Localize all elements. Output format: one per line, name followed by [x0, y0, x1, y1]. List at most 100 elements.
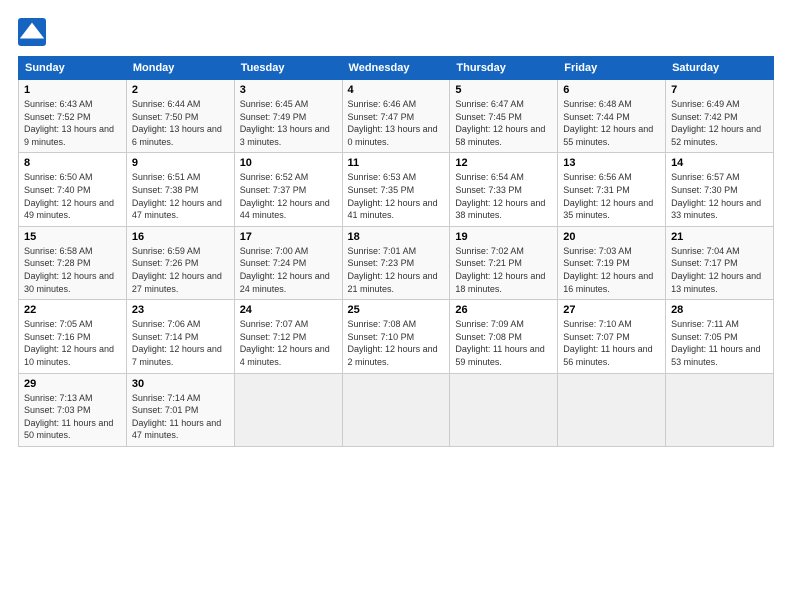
day-info: Sunrise: 7:02 AM Sunset: 7:21 PM Dayligh…: [455, 245, 552, 295]
calendar-week-row: 8 Sunrise: 6:50 AM Sunset: 7:40 PM Dayli…: [19, 153, 774, 226]
day-info: Sunrise: 6:53 AM Sunset: 7:35 PM Dayligh…: [348, 171, 445, 221]
day-number: 15: [24, 231, 121, 243]
calendar-day-cell: 24 Sunrise: 7:07 AM Sunset: 7:12 PM Dayl…: [234, 300, 342, 373]
day-number: 25: [348, 304, 445, 316]
day-number: 18: [348, 231, 445, 243]
calendar-day-cell: 5 Sunrise: 6:47 AM Sunset: 7:45 PM Dayli…: [450, 80, 558, 153]
day-info: Sunrise: 6:43 AM Sunset: 7:52 PM Dayligh…: [24, 98, 121, 148]
day-number: 4: [348, 84, 445, 96]
day-info: Sunrise: 7:04 AM Sunset: 7:17 PM Dayligh…: [671, 245, 768, 295]
day-number: 26: [455, 304, 552, 316]
calendar-day-cell: 10 Sunrise: 6:52 AM Sunset: 7:37 PM Dayl…: [234, 153, 342, 226]
calendar-day-cell: 30 Sunrise: 7:14 AM Sunset: 7:01 PM Dayl…: [126, 373, 234, 446]
calendar-day-cell: 11 Sunrise: 6:53 AM Sunset: 7:35 PM Dayl…: [342, 153, 450, 226]
day-number: 20: [563, 231, 660, 243]
calendar-day-cell: 4 Sunrise: 6:46 AM Sunset: 7:47 PM Dayli…: [342, 80, 450, 153]
day-number: 14: [671, 157, 768, 169]
day-number: 3: [240, 84, 337, 96]
day-info: Sunrise: 7:10 AM Sunset: 7:07 PM Dayligh…: [563, 318, 660, 368]
calendar-day-cell: 21 Sunrise: 7:04 AM Sunset: 7:17 PM Dayl…: [666, 226, 774, 299]
header: [18, 18, 774, 46]
calendar-table: SundayMondayTuesdayWednesdayThursdayFrid…: [18, 56, 774, 447]
day-number: 22: [24, 304, 121, 316]
calendar-day-cell: 27 Sunrise: 7:10 AM Sunset: 7:07 PM Dayl…: [558, 300, 666, 373]
calendar-day-cell: 2 Sunrise: 6:44 AM Sunset: 7:50 PM Dayli…: [126, 80, 234, 153]
day-info: Sunrise: 6:54 AM Sunset: 7:33 PM Dayligh…: [455, 171, 552, 221]
day-number: 29: [24, 378, 121, 390]
calendar-col-header: Thursday: [450, 57, 558, 80]
calendar-day-cell: 12 Sunrise: 6:54 AM Sunset: 7:33 PM Dayl…: [450, 153, 558, 226]
day-info: Sunrise: 6:48 AM Sunset: 7:44 PM Dayligh…: [563, 98, 660, 148]
calendar-week-row: 22 Sunrise: 7:05 AM Sunset: 7:16 PM Dayl…: [19, 300, 774, 373]
day-number: 19: [455, 231, 552, 243]
calendar-day-cell: [234, 373, 342, 446]
calendar-day-cell: 14 Sunrise: 6:57 AM Sunset: 7:30 PM Dayl…: [666, 153, 774, 226]
page: SundayMondayTuesdayWednesdayThursdayFrid…: [0, 0, 792, 612]
day-info: Sunrise: 7:07 AM Sunset: 7:12 PM Dayligh…: [240, 318, 337, 368]
calendar-col-header: Wednesday: [342, 57, 450, 80]
day-number: 7: [671, 84, 768, 96]
day-info: Sunrise: 6:45 AM Sunset: 7:49 PM Dayligh…: [240, 98, 337, 148]
day-info: Sunrise: 7:14 AM Sunset: 7:01 PM Dayligh…: [132, 392, 229, 442]
calendar-day-cell: 18 Sunrise: 7:01 AM Sunset: 7:23 PM Dayl…: [342, 226, 450, 299]
day-info: Sunrise: 6:49 AM Sunset: 7:42 PM Dayligh…: [671, 98, 768, 148]
day-info: Sunrise: 7:13 AM Sunset: 7:03 PM Dayligh…: [24, 392, 121, 442]
calendar-col-header: Monday: [126, 57, 234, 80]
day-info: Sunrise: 6:59 AM Sunset: 7:26 PM Dayligh…: [132, 245, 229, 295]
day-info: Sunrise: 6:57 AM Sunset: 7:30 PM Dayligh…: [671, 171, 768, 221]
calendar-day-cell: [342, 373, 450, 446]
calendar-day-cell: 20 Sunrise: 7:03 AM Sunset: 7:19 PM Dayl…: [558, 226, 666, 299]
calendar-day-cell: 23 Sunrise: 7:06 AM Sunset: 7:14 PM Dayl…: [126, 300, 234, 373]
day-info: Sunrise: 6:51 AM Sunset: 7:38 PM Dayligh…: [132, 171, 229, 221]
calendar-col-header: Tuesday: [234, 57, 342, 80]
calendar-week-row: 29 Sunrise: 7:13 AM Sunset: 7:03 PM Dayl…: [19, 373, 774, 446]
day-number: 10: [240, 157, 337, 169]
calendar-day-cell: [666, 373, 774, 446]
calendar-day-cell: 28 Sunrise: 7:11 AM Sunset: 7:05 PM Dayl…: [666, 300, 774, 373]
day-info: Sunrise: 7:00 AM Sunset: 7:24 PM Dayligh…: [240, 245, 337, 295]
day-number: 5: [455, 84, 552, 96]
calendar-week-row: 15 Sunrise: 6:58 AM Sunset: 7:28 PM Dayl…: [19, 226, 774, 299]
day-info: Sunrise: 7:05 AM Sunset: 7:16 PM Dayligh…: [24, 318, 121, 368]
logo-icon: [18, 18, 46, 46]
day-number: 11: [348, 157, 445, 169]
calendar-header-row: SundayMondayTuesdayWednesdayThursdayFrid…: [19, 57, 774, 80]
calendar-day-cell: 19 Sunrise: 7:02 AM Sunset: 7:21 PM Dayl…: [450, 226, 558, 299]
calendar-col-header: Saturday: [666, 57, 774, 80]
day-info: Sunrise: 7:08 AM Sunset: 7:10 PM Dayligh…: [348, 318, 445, 368]
calendar-day-cell: [450, 373, 558, 446]
calendar-day-cell: 15 Sunrise: 6:58 AM Sunset: 7:28 PM Dayl…: [19, 226, 127, 299]
calendar-week-row: 1 Sunrise: 6:43 AM Sunset: 7:52 PM Dayli…: [19, 80, 774, 153]
day-number: 6: [563, 84, 660, 96]
day-info: Sunrise: 7:09 AM Sunset: 7:08 PM Dayligh…: [455, 318, 552, 368]
calendar-day-cell: 25 Sunrise: 7:08 AM Sunset: 7:10 PM Dayl…: [342, 300, 450, 373]
day-number: 13: [563, 157, 660, 169]
calendar-day-cell: 9 Sunrise: 6:51 AM Sunset: 7:38 PM Dayli…: [126, 153, 234, 226]
calendar-day-cell: 17 Sunrise: 7:00 AM Sunset: 7:24 PM Dayl…: [234, 226, 342, 299]
day-number: 21: [671, 231, 768, 243]
day-number: 9: [132, 157, 229, 169]
day-info: Sunrise: 7:06 AM Sunset: 7:14 PM Dayligh…: [132, 318, 229, 368]
day-number: 24: [240, 304, 337, 316]
calendar-day-cell: 3 Sunrise: 6:45 AM Sunset: 7:49 PM Dayli…: [234, 80, 342, 153]
day-info: Sunrise: 6:52 AM Sunset: 7:37 PM Dayligh…: [240, 171, 337, 221]
calendar-day-cell: 16 Sunrise: 6:59 AM Sunset: 7:26 PM Dayl…: [126, 226, 234, 299]
day-number: 28: [671, 304, 768, 316]
day-info: Sunrise: 6:56 AM Sunset: 7:31 PM Dayligh…: [563, 171, 660, 221]
day-info: Sunrise: 6:46 AM Sunset: 7:47 PM Dayligh…: [348, 98, 445, 148]
day-number: 2: [132, 84, 229, 96]
calendar-day-cell: [558, 373, 666, 446]
calendar-day-cell: 6 Sunrise: 6:48 AM Sunset: 7:44 PM Dayli…: [558, 80, 666, 153]
day-number: 12: [455, 157, 552, 169]
calendar-col-header: Sunday: [19, 57, 127, 80]
calendar-day-cell: 1 Sunrise: 6:43 AM Sunset: 7:52 PM Dayli…: [19, 80, 127, 153]
calendar-day-cell: 8 Sunrise: 6:50 AM Sunset: 7:40 PM Dayli…: [19, 153, 127, 226]
day-number: 16: [132, 231, 229, 243]
day-info: Sunrise: 6:47 AM Sunset: 7:45 PM Dayligh…: [455, 98, 552, 148]
calendar-day-cell: 22 Sunrise: 7:05 AM Sunset: 7:16 PM Dayl…: [19, 300, 127, 373]
day-number: 30: [132, 378, 229, 390]
calendar-col-header: Friday: [558, 57, 666, 80]
day-number: 23: [132, 304, 229, 316]
day-number: 1: [24, 84, 121, 96]
calendar-day-cell: 13 Sunrise: 6:56 AM Sunset: 7:31 PM Dayl…: [558, 153, 666, 226]
